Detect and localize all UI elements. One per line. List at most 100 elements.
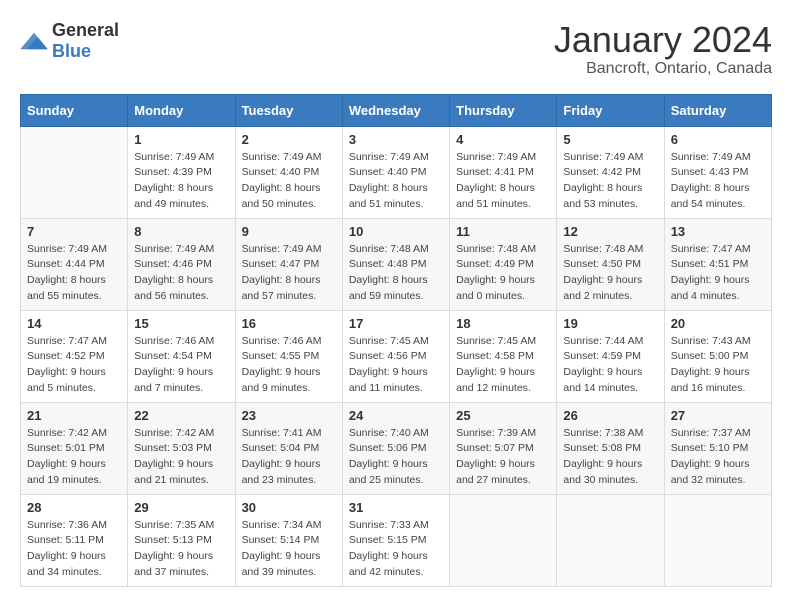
- column-header-tuesday: Tuesday: [235, 94, 342, 126]
- day-number: 19: [563, 316, 657, 331]
- page-header: General Blue January 2024 Bancroft, Onta…: [20, 20, 772, 78]
- week-row-3: 14 Sunrise: 7:47 AMSunset: 4:52 PMDayligh…: [21, 310, 772, 402]
- calendar-cell: 15 Sunrise: 7:46 AMSunset: 4:54 PMDayligh…: [128, 310, 235, 402]
- calendar-cell: 22 Sunrise: 7:42 AMSunset: 5:03 PMDayligh…: [128, 402, 235, 494]
- day-info: Sunrise: 7:33 AMSunset: 5:15 PMDaylight:…: [349, 518, 443, 581]
- location-title: Bancroft, Ontario, Canada: [554, 60, 772, 78]
- day-number: 15: [134, 316, 228, 331]
- week-row-2: 7Sunrise: 7:49 AMSunset: 4:44 PMDaylight…: [21, 218, 772, 310]
- day-number: 27: [671, 408, 765, 423]
- calendar-cell: 12 Sunrise: 7:48 AMSunset: 4:50 PMDayligh…: [557, 218, 664, 310]
- week-row-1: 1 Sunrise: 7:49 AMSunset: 4:39 PMDaylight…: [21, 126, 772, 218]
- day-number: 24: [349, 408, 443, 423]
- day-number: 4: [456, 132, 550, 147]
- day-info: Sunrise: 7:35 AMSunset: 5:13 PMDaylight:…: [134, 518, 228, 581]
- header-row: SundayMondayTuesdayWednesdayThursdayFrid…: [21, 94, 772, 126]
- logo-general: General: [52, 20, 119, 40]
- day-number: 26: [563, 408, 657, 423]
- day-number: 14: [27, 316, 121, 331]
- day-number: 12: [563, 224, 657, 239]
- calendar-cell: 14 Sunrise: 7:47 AMSunset: 4:52 PMDayligh…: [21, 310, 128, 402]
- day-info: Sunrise: 7:47 AMSunset: 4:52 PMDaylight:…: [27, 334, 121, 397]
- calendar-cell: 13Sunrise: 7:47 AMSunset: 4:51 PMDayligh…: [664, 218, 771, 310]
- day-info: Sunrise: 7:47 AMSunset: 4:51 PMDaylight:…: [671, 242, 765, 305]
- month-title: January 2024: [554, 20, 772, 60]
- logo: General Blue: [20, 20, 119, 62]
- column-header-thursday: Thursday: [450, 94, 557, 126]
- calendar-cell: 3Sunrise: 7:49 AMSunset: 4:40 PMDaylight…: [342, 126, 449, 218]
- day-info: Sunrise: 7:49 AMSunset: 4:39 PMDaylight:…: [134, 150, 228, 213]
- day-info: Sunrise: 7:48 AMSunset: 4:49 PMDaylight:…: [456, 242, 550, 305]
- week-row-5: 28 Sunrise: 7:36 AMSunset: 5:11 PMDayligh…: [21, 494, 772, 586]
- day-number: 25: [456, 408, 550, 423]
- column-header-saturday: Saturday: [664, 94, 771, 126]
- day-info: Sunrise: 7:42 AMSunset: 5:03 PMDaylight:…: [134, 426, 228, 489]
- day-number: 20: [671, 316, 765, 331]
- day-number: 5: [563, 132, 657, 147]
- column-header-sunday: Sunday: [21, 94, 128, 126]
- day-info: Sunrise: 7:36 AMSunset: 5:11 PMDaylight:…: [27, 518, 121, 581]
- calendar-cell: 25 Sunrise: 7:39 AMSunset: 5:07 PMDayligh…: [450, 402, 557, 494]
- column-header-friday: Friday: [557, 94, 664, 126]
- day-number: 28: [27, 500, 121, 515]
- day-info: Sunrise: 7:46 AMSunset: 4:55 PMDaylight:…: [242, 334, 336, 397]
- day-info: Sunrise: 7:37 AMSunset: 5:10 PMDaylight:…: [671, 426, 765, 489]
- calendar-cell: 4 Sunrise: 7:49 AMSunset: 4:41 PMDaylight…: [450, 126, 557, 218]
- day-number: 11: [456, 224, 550, 239]
- day-info: Sunrise: 7:42 AMSunset: 5:01 PMDaylight:…: [27, 426, 121, 489]
- calendar-cell: [557, 494, 664, 586]
- calendar-cell: 19 Sunrise: 7:44 AMSunset: 4:59 PMDayligh…: [557, 310, 664, 402]
- calendar-cell: 9Sunrise: 7:49 AMSunset: 4:47 PMDaylight…: [235, 218, 342, 310]
- day-info: Sunrise: 7:38 AMSunset: 5:08 PMDaylight:…: [563, 426, 657, 489]
- day-number: 30: [242, 500, 336, 515]
- calendar-table: SundayMondayTuesdayWednesdayThursdayFrid…: [20, 94, 772, 587]
- calendar-cell: 21 Sunrise: 7:42 AMSunset: 5:01 PMDayligh…: [21, 402, 128, 494]
- day-info: Sunrise: 7:45 AMSunset: 4:56 PMDaylight:…: [349, 334, 443, 397]
- day-number: 23: [242, 408, 336, 423]
- column-header-monday: Monday: [128, 94, 235, 126]
- day-info: Sunrise: 7:43 AMSunset: 5:00 PMDaylight:…: [671, 334, 765, 397]
- day-number: 21: [27, 408, 121, 423]
- day-number: 8: [134, 224, 228, 239]
- day-number: 17: [349, 316, 443, 331]
- day-number: 7: [27, 224, 121, 239]
- day-number: 18: [456, 316, 550, 331]
- day-number: 10: [349, 224, 443, 239]
- day-info: Sunrise: 7:34 AMSunset: 5:14 PMDaylight:…: [242, 518, 336, 581]
- day-info: Sunrise: 7:48 AMSunset: 4:50 PMDaylight:…: [563, 242, 657, 305]
- calendar-cell: 24Sunrise: 7:40 AMSunset: 5:06 PMDayligh…: [342, 402, 449, 494]
- calendar-cell: [664, 494, 771, 586]
- day-info: Sunrise: 7:41 AMSunset: 5:04 PMDaylight:…: [242, 426, 336, 489]
- calendar-cell: 29 Sunrise: 7:35 AMSunset: 5:13 PMDayligh…: [128, 494, 235, 586]
- title-section: January 2024 Bancroft, Ontario, Canada: [554, 20, 772, 78]
- calendar-cell: 26 Sunrise: 7:38 AMSunset: 5:08 PMDayligh…: [557, 402, 664, 494]
- day-info: Sunrise: 7:46 AMSunset: 4:54 PMDaylight:…: [134, 334, 228, 397]
- week-row-4: 21 Sunrise: 7:42 AMSunset: 5:01 PMDayligh…: [21, 402, 772, 494]
- calendar-cell: 7Sunrise: 7:49 AMSunset: 4:44 PMDaylight…: [21, 218, 128, 310]
- calendar-cell: 17 Sunrise: 7:45 AMSunset: 4:56 PMDayligh…: [342, 310, 449, 402]
- column-header-wednesday: Wednesday: [342, 94, 449, 126]
- day-info: Sunrise: 7:49 AMSunset: 4:40 PMDaylight:…: [349, 150, 443, 213]
- day-info: Sunrise: 7:39 AMSunset: 5:07 PMDaylight:…: [456, 426, 550, 489]
- logo-icon: [20, 30, 48, 52]
- day-number: 6: [671, 132, 765, 147]
- day-number: 29: [134, 500, 228, 515]
- day-number: 31: [349, 500, 443, 515]
- logo-text: General Blue: [52, 20, 119, 62]
- day-number: 1: [134, 132, 228, 147]
- day-info: Sunrise: 7:49 AMSunset: 4:47 PMDaylight:…: [242, 242, 336, 305]
- day-number: 16: [242, 316, 336, 331]
- calendar-cell: 20 Sunrise: 7:43 AMSunset: 5:00 PMDayligh…: [664, 310, 771, 402]
- calendar-cell: [21, 126, 128, 218]
- calendar-cell: 18Sunrise: 7:45 AMSunset: 4:58 PMDayligh…: [450, 310, 557, 402]
- day-info: Sunrise: 7:49 AMSunset: 4:43 PMDaylight:…: [671, 150, 765, 213]
- calendar-cell: 27 Sunrise: 7:37 AMSunset: 5:10 PMDayligh…: [664, 402, 771, 494]
- calendar-cell: 11 Sunrise: 7:48 AMSunset: 4:49 PMDayligh…: [450, 218, 557, 310]
- day-info: Sunrise: 7:49 AMSunset: 4:41 PMDaylight:…: [456, 150, 550, 213]
- day-info: Sunrise: 7:49 AMSunset: 4:46 PMDaylight:…: [134, 242, 228, 305]
- day-info: Sunrise: 7:44 AMSunset: 4:59 PMDaylight:…: [563, 334, 657, 397]
- calendar-cell: 8 Sunrise: 7:49 AMSunset: 4:46 PMDaylight…: [128, 218, 235, 310]
- day-info: Sunrise: 7:49 AMSunset: 4:42 PMDaylight:…: [563, 150, 657, 213]
- calendar-cell: 5 Sunrise: 7:49 AMSunset: 4:42 PMDaylight…: [557, 126, 664, 218]
- day-number: 22: [134, 408, 228, 423]
